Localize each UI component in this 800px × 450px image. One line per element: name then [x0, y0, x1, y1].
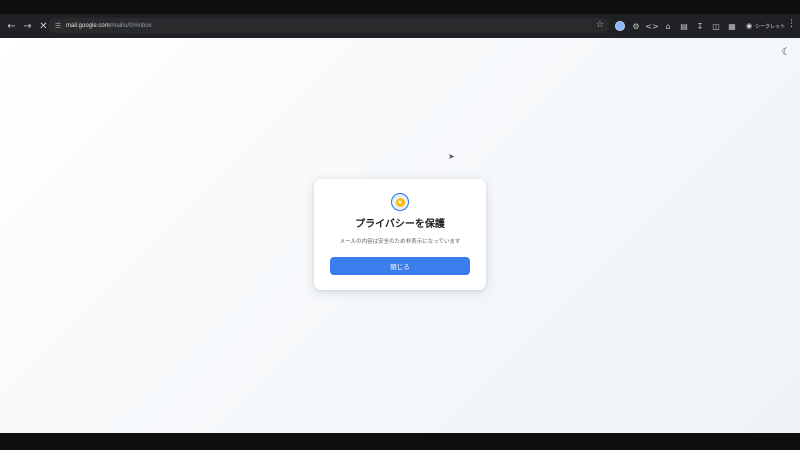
url-host: mail.google.com [66, 22, 110, 29]
tab-groups-icon[interactable]: ▦ [726, 20, 738, 32]
extension-icon[interactable] [614, 20, 626, 32]
screen: ← → ✕ ☰ mail.google.com /mail/u/0/#inbox… [0, 0, 800, 450]
dialog-description: メールの内容は安全のため非表示になっています [339, 239, 461, 245]
browser-toolbar: ← → ✕ ☰ mail.google.com /mail/u/0/#inbox… [0, 14, 800, 38]
extensions-area: ⚙ <> ⌂ ▤ ↧ ◫ ▦ [614, 18, 742, 34]
incognito-label: シークレット [755, 23, 786, 30]
moon-icon[interactable]: ☾ [780, 46, 792, 58]
home-icon[interactable]: ⌂ [662, 20, 674, 32]
trash-icon[interactable]: ▤ [678, 20, 690, 32]
code-icon[interactable]: <> [645, 20, 658, 32]
incognito-icon: ◉ [746, 22, 753, 30]
forward-icon[interactable]: → [20, 19, 35, 34]
shield-center-icon: ★ [395, 197, 405, 207]
site-info-icon[interactable]: ☰ [54, 22, 62, 30]
shield-icon: ★ [391, 193, 409, 211]
privacy-dialog: ★ プライバシーを保護 メールの内容は安全のため非表示になっています 閉じる [314, 179, 486, 290]
download-icon[interactable]: ↧ [694, 20, 706, 32]
dialog-title: プライバシーを保護 [355, 219, 445, 230]
mouse-cursor-icon: ➤ [448, 152, 455, 161]
close-button[interactable]: 閉じる [330, 257, 470, 275]
address-bar[interactable]: ☰ mail.google.com /mail/u/0/#inbox ☆ [48, 18, 609, 33]
kebab-menu-icon[interactable]: ⋮ [787, 19, 796, 29]
url-path: /mail/u/0/#inbox [109, 22, 152, 29]
page-viewport: ☾ ➤ ★ プライバシーを保護 メールの内容は安全のため非表示になっています 閉… [0, 38, 800, 433]
split-view-icon[interactable]: ◫ [710, 20, 722, 32]
puzzle-extensions-icon[interactable]: ⚙ [630, 20, 642, 32]
incognito-indicator[interactable]: ◉ シークレット [746, 19, 785, 33]
bookmark-star-icon[interactable]: ☆ [596, 20, 604, 30]
back-icon[interactable]: ← [4, 19, 19, 34]
